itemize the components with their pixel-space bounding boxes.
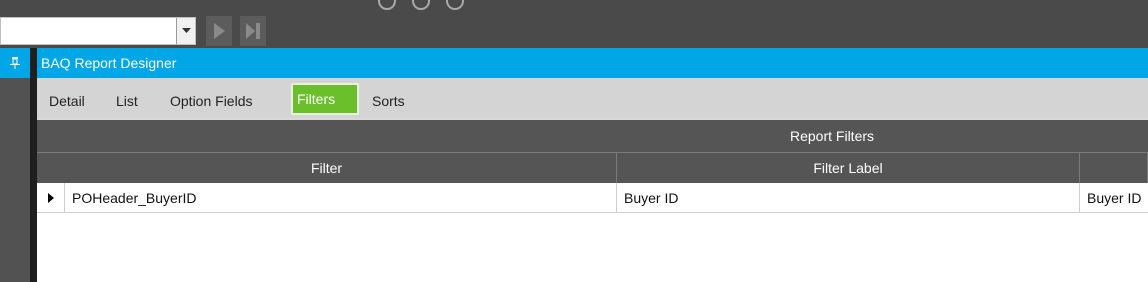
app-window: BAQ Report Designer Detail List Option F… (0, 0, 1148, 282)
filters-grid: Report Filters Filter Filter Label POHea… (37, 120, 1148, 282)
panel-title: BAQ Report Designer (37, 48, 1148, 78)
tab-detail[interactable]: Detail (45, 88, 89, 114)
column-header-filter[interactable]: Filter (37, 152, 617, 183)
circle-icon[interactable] (446, 0, 464, 10)
baq-report-designer-panel: BAQ Report Designer Detail List Option F… (37, 48, 1148, 282)
tab-list[interactable]: List (112, 88, 142, 114)
pin-icon[interactable] (0, 48, 30, 78)
left-dock (0, 48, 30, 282)
tab-option-fields[interactable]: Option Fields (166, 88, 256, 114)
play-button[interactable] (206, 16, 232, 46)
cell-extra[interactable]: Buyer ID (1080, 183, 1148, 213)
tab-strip: Detail List Option Fields Filters Sorts (37, 78, 1148, 118)
toolbar-icons-row (0, 0, 520, 10)
circle-icon[interactable] (412, 0, 430, 10)
report-combo[interactable] (0, 17, 196, 45)
cell-filter[interactable]: POHeader_BuyerID (65, 183, 617, 213)
row-selector-icon[interactable] (37, 183, 65, 213)
grid-band-header: Report Filters (37, 120, 1148, 152)
column-header-extra[interactable] (1080, 152, 1148, 183)
toolbar (0, 0, 1148, 48)
grid-band-title: Report Filters (790, 128, 875, 144)
skip-end-icon (246, 23, 260, 39)
dock-strip (0, 78, 30, 282)
table-row[interactable]: POHeader_BuyerID Buyer ID Buyer ID (37, 183, 1148, 213)
tab-sorts[interactable]: Sorts (368, 88, 409, 114)
play-icon (214, 23, 225, 39)
chevron-down-icon[interactable] (176, 18, 195, 44)
cell-filter-label[interactable]: Buyer ID (617, 183, 1080, 213)
tab-filters[interactable]: Filters (291, 83, 359, 115)
circle-icon[interactable] (378, 0, 396, 10)
splitter[interactable] (30, 48, 37, 282)
skip-end-button[interactable] (240, 16, 266, 46)
column-header-filter-label[interactable]: Filter Label (617, 152, 1080, 183)
